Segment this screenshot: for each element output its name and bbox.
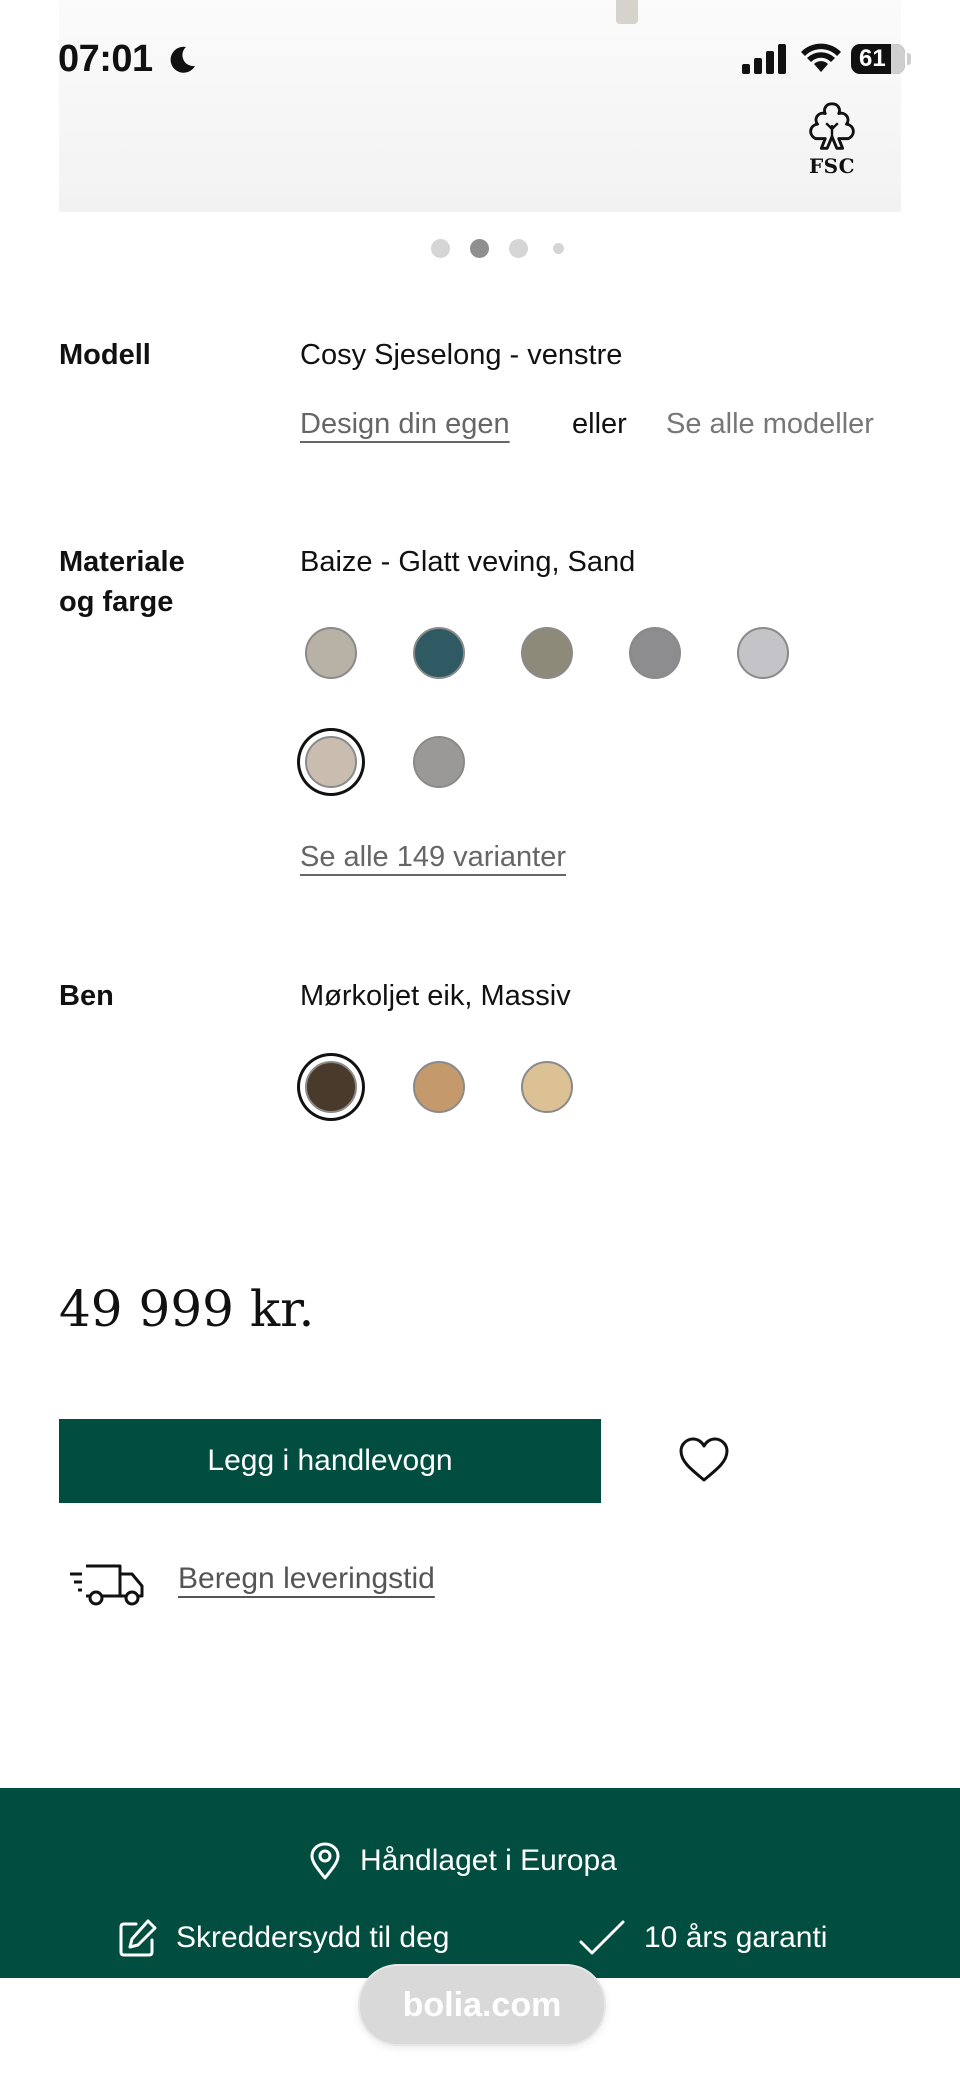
status-bar: 07:01 61 [0, 0, 960, 110]
product-page: FSC 07:01 61 Modell Cosy Sjeselong - ven… [0, 0, 960, 2078]
material-label-line2: og farge [59, 586, 174, 618]
model-label: Modell [59, 339, 151, 371]
fabric-swatch[interactable] [737, 627, 789, 679]
fsc-logo: FSC [795, 100, 869, 178]
fsc-label: FSC [808, 154, 856, 178]
carousel-dot-active[interactable] [470, 239, 489, 258]
carousel-dots [0, 236, 960, 258]
edit-icon [119, 1919, 157, 1957]
benefits-footer: Håndlaget i Europa Skreddersydd til deg … [0, 1788, 960, 1978]
leg-swatch[interactable] [413, 1061, 465, 1113]
tailored-to-you: Skreddersydd til deg [118, 1918, 450, 1958]
warranty-text: 10 års garanti [644, 1921, 828, 1954]
truck-icon [70, 1564, 144, 1606]
design-your-own-link[interactable]: Design din egen [300, 404, 510, 444]
carousel-dot[interactable] [553, 243, 564, 254]
signal-icon [742, 44, 786, 74]
model-value: Cosy Sjeselong - venstre [300, 339, 623, 371]
material-label: Materiale og farge [59, 542, 185, 622]
or-text: eller [572, 408, 627, 440]
fabric-swatch[interactable] [305, 627, 357, 679]
fabric-swatch[interactable] [521, 627, 573, 679]
battery-level: 61 [859, 45, 886, 72]
add-to-cart-button[interactable]: Legg i handlevogn [59, 1419, 601, 1503]
all-variants-link[interactable]: Se alle 149 varianter [300, 837, 566, 877]
leg-swatch[interactable] [521, 1061, 573, 1113]
wifi-icon [801, 43, 841, 72]
fabric-swatch-selected[interactable] [305, 736, 357, 788]
fabric-swatch[interactable] [413, 736, 465, 788]
browser-url-bar[interactable]: bolia.com [358, 1964, 606, 2046]
status-time: 07:01 [58, 38, 153, 80]
heart-icon[interactable] [678, 1436, 730, 1484]
delivery-time-link[interactable]: Beregn leveringstid [178, 1562, 435, 1596]
leg-swatch-selected[interactable] [305, 1061, 357, 1113]
legs-value: Mørkoljet eik, Massiv [300, 980, 571, 1012]
carousel-dot[interactable] [509, 239, 528, 258]
made-in-europe: Håndlaget i Europa [308, 1842, 617, 1880]
battery-icon: 61 [851, 44, 905, 74]
legs-label: Ben [59, 980, 114, 1012]
warranty: 10 års garanti [578, 1918, 827, 1958]
moon-icon [170, 46, 195, 73]
price: 49 999 kr. [59, 1280, 315, 1338]
tailored-text: Skreddersydd til deg [176, 1921, 450, 1954]
fabric-swatch[interactable] [413, 627, 465, 679]
carousel-dot[interactable] [431, 239, 450, 258]
material-value: Baize - Glatt veving, Sand [300, 546, 636, 578]
all-models-link[interactable]: Se alle modeller [666, 404, 874, 444]
material-label-line1: Materiale [59, 546, 185, 578]
made-in-europe-text: Håndlaget i Europa [360, 1844, 617, 1877]
fabric-swatch[interactable] [629, 627, 681, 679]
checkmark-icon [579, 1920, 625, 1955]
battery-nub [907, 53, 911, 65]
location-pin-icon [310, 1842, 340, 1880]
